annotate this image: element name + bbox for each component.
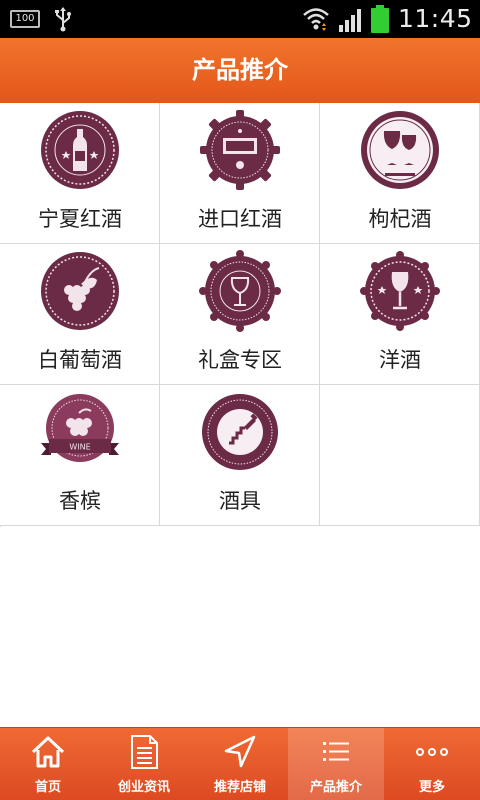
page-title: 产品推介 — [192, 56, 288, 84]
battery-icon — [371, 5, 389, 33]
product-item-imported-red-wine[interactable]: 进口红酒 — [160, 103, 320, 244]
nav-item-recommended-stores[interactable]: 推荐店铺 — [192, 728, 288, 800]
more-dots-icon — [416, 748, 448, 756]
nav-label: 产品推介 — [309, 780, 362, 795]
home-icon — [31, 736, 65, 768]
nav-label: 更多 — [418, 780, 445, 795]
product-label: 酒具 — [219, 489, 261, 513]
wifi-icon — [303, 8, 329, 31]
nav-item-products[interactable]: 产品推介 — [288, 728, 384, 800]
product-label: 洋酒 — [379, 348, 421, 372]
product-label: 香槟 — [59, 489, 101, 513]
wine-bottle-badge-icon — [41, 111, 119, 189]
nav-label: 推荐店铺 — [213, 780, 266, 795]
clock: 11:45 — [398, 4, 473, 33]
nav-item-business-news[interactable]: 创业资讯 — [96, 728, 192, 800]
navigation-arrow-icon — [224, 735, 256, 768]
status-bar: 100 11:45 — [0, 0, 480, 38]
wine-glasses-badge-icon — [361, 111, 439, 189]
wine-glass-badge-icon — [199, 250, 281, 332]
signal-icon — [339, 9, 361, 32]
grapes-badge-icon — [41, 252, 119, 330]
nav-label: 首页 — [34, 780, 61, 795]
nav-item-home[interactable]: 首页 — [0, 728, 96, 800]
taste-badge-icon — [200, 110, 280, 190]
product-label: 礼盒专区 — [198, 348, 282, 372]
product-item-goji-wine[interactable]: 枸杞酒 — [320, 103, 480, 244]
nav-item-more[interactable]: 更多 — [384, 728, 480, 800]
product-item-ningxia-red-wine[interactable]: 宁夏红酒 — [0, 103, 160, 244]
corkscrew-badge-icon — [202, 394, 278, 470]
product-label: 白葡萄酒 — [38, 348, 122, 372]
nav-label: 创业资讯 — [117, 780, 170, 795]
star-wine-glass-badge-icon — [360, 251, 440, 331]
svg-text:WINE: WINE — [69, 443, 90, 452]
title-bar: 产品推介 — [0, 38, 480, 103]
product-grid: 宁夏红酒 进口红酒 枸杞酒 白葡萄酒 礼盒专区 洋酒 WINE 香槟 酒具 — [0, 103, 480, 527]
battery-level-indicator: 100 — [10, 10, 40, 28]
list-icon — [323, 742, 349, 761]
product-item-foreign-wine[interactable]: 洋酒 — [320, 244, 480, 385]
wine-ribbon-badge-icon: WINE — [41, 394, 119, 462]
document-icon — [131, 735, 158, 769]
usb-icon — [55, 7, 71, 32]
product-item-champagne[interactable]: WINE 香槟 — [0, 385, 160, 526]
product-label: 进口红酒 — [198, 207, 282, 231]
bottom-nav: 首页 创业资讯 推荐店铺 产品推介 更多 — [0, 727, 480, 800]
empty-grid-cell — [320, 385, 480, 526]
product-item-white-wine[interactable]: 白葡萄酒 — [0, 244, 160, 385]
product-label: 宁夏红酒 — [38, 207, 122, 231]
product-item-wine-accessories[interactable]: 酒具 — [160, 385, 320, 526]
product-item-gift-box[interactable]: 礼盒专区 — [160, 244, 320, 385]
product-label: 枸杞酒 — [368, 207, 432, 231]
